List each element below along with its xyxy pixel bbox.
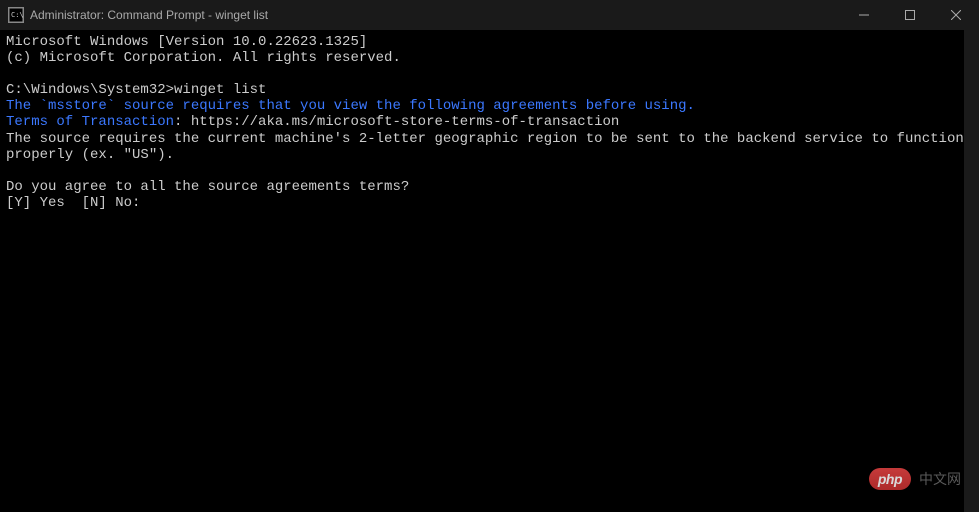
terminal-output[interactable]: Microsoft Windows [Version 10.0.22623.13… (0, 30, 979, 512)
watermark: php 中文网 (869, 468, 961, 490)
php-badge: php (869, 468, 911, 490)
close-button[interactable] (933, 0, 979, 30)
command-text: winget list (174, 82, 266, 98)
version-line: Microsoft Windows [Version 10.0.22623.13… (6, 34, 973, 50)
prompt-path: C:\Windows\System32> (6, 82, 174, 98)
terms-url: https://aka.ms/microsoft-store-terms-of-… (191, 114, 619, 130)
blank-line-2 (6, 163, 973, 179)
prompt-line: C:\Windows\System32>winget list (6, 82, 973, 98)
window-titlebar[interactable]: C:\ Administrator: Command Prompt - wing… (0, 0, 979, 30)
terms-line: Terms of Transaction: https://aka.ms/mic… (6, 114, 973, 130)
copyright-line: (c) Microsoft Corporation. All rights re… (6, 50, 973, 66)
maximize-button[interactable] (887, 0, 933, 30)
minimize-button[interactable] (841, 0, 887, 30)
blank-line (6, 66, 973, 82)
watermark-text: 中文网 (919, 469, 961, 489)
agree-options: [Y] Yes [N] No: (6, 195, 973, 211)
terms-colon: : (174, 114, 191, 130)
msstore-message: The `msstore` source requires that you v… (6, 98, 973, 114)
window-controls (841, 0, 979, 30)
cmd-icon: C:\ (8, 7, 24, 23)
window-title: Administrator: Command Prompt - winget l… (30, 8, 268, 22)
titlebar-left: C:\ Administrator: Command Prompt - wing… (8, 7, 268, 23)
vertical-scrollbar[interactable] (964, 30, 979, 512)
agree-question: Do you agree to all the source agreement… (6, 179, 973, 195)
terms-label: Terms of Transaction (6, 114, 174, 130)
svg-text:C:\: C:\ (11, 11, 23, 19)
region-message: The source requires the current machine'… (6, 131, 973, 163)
